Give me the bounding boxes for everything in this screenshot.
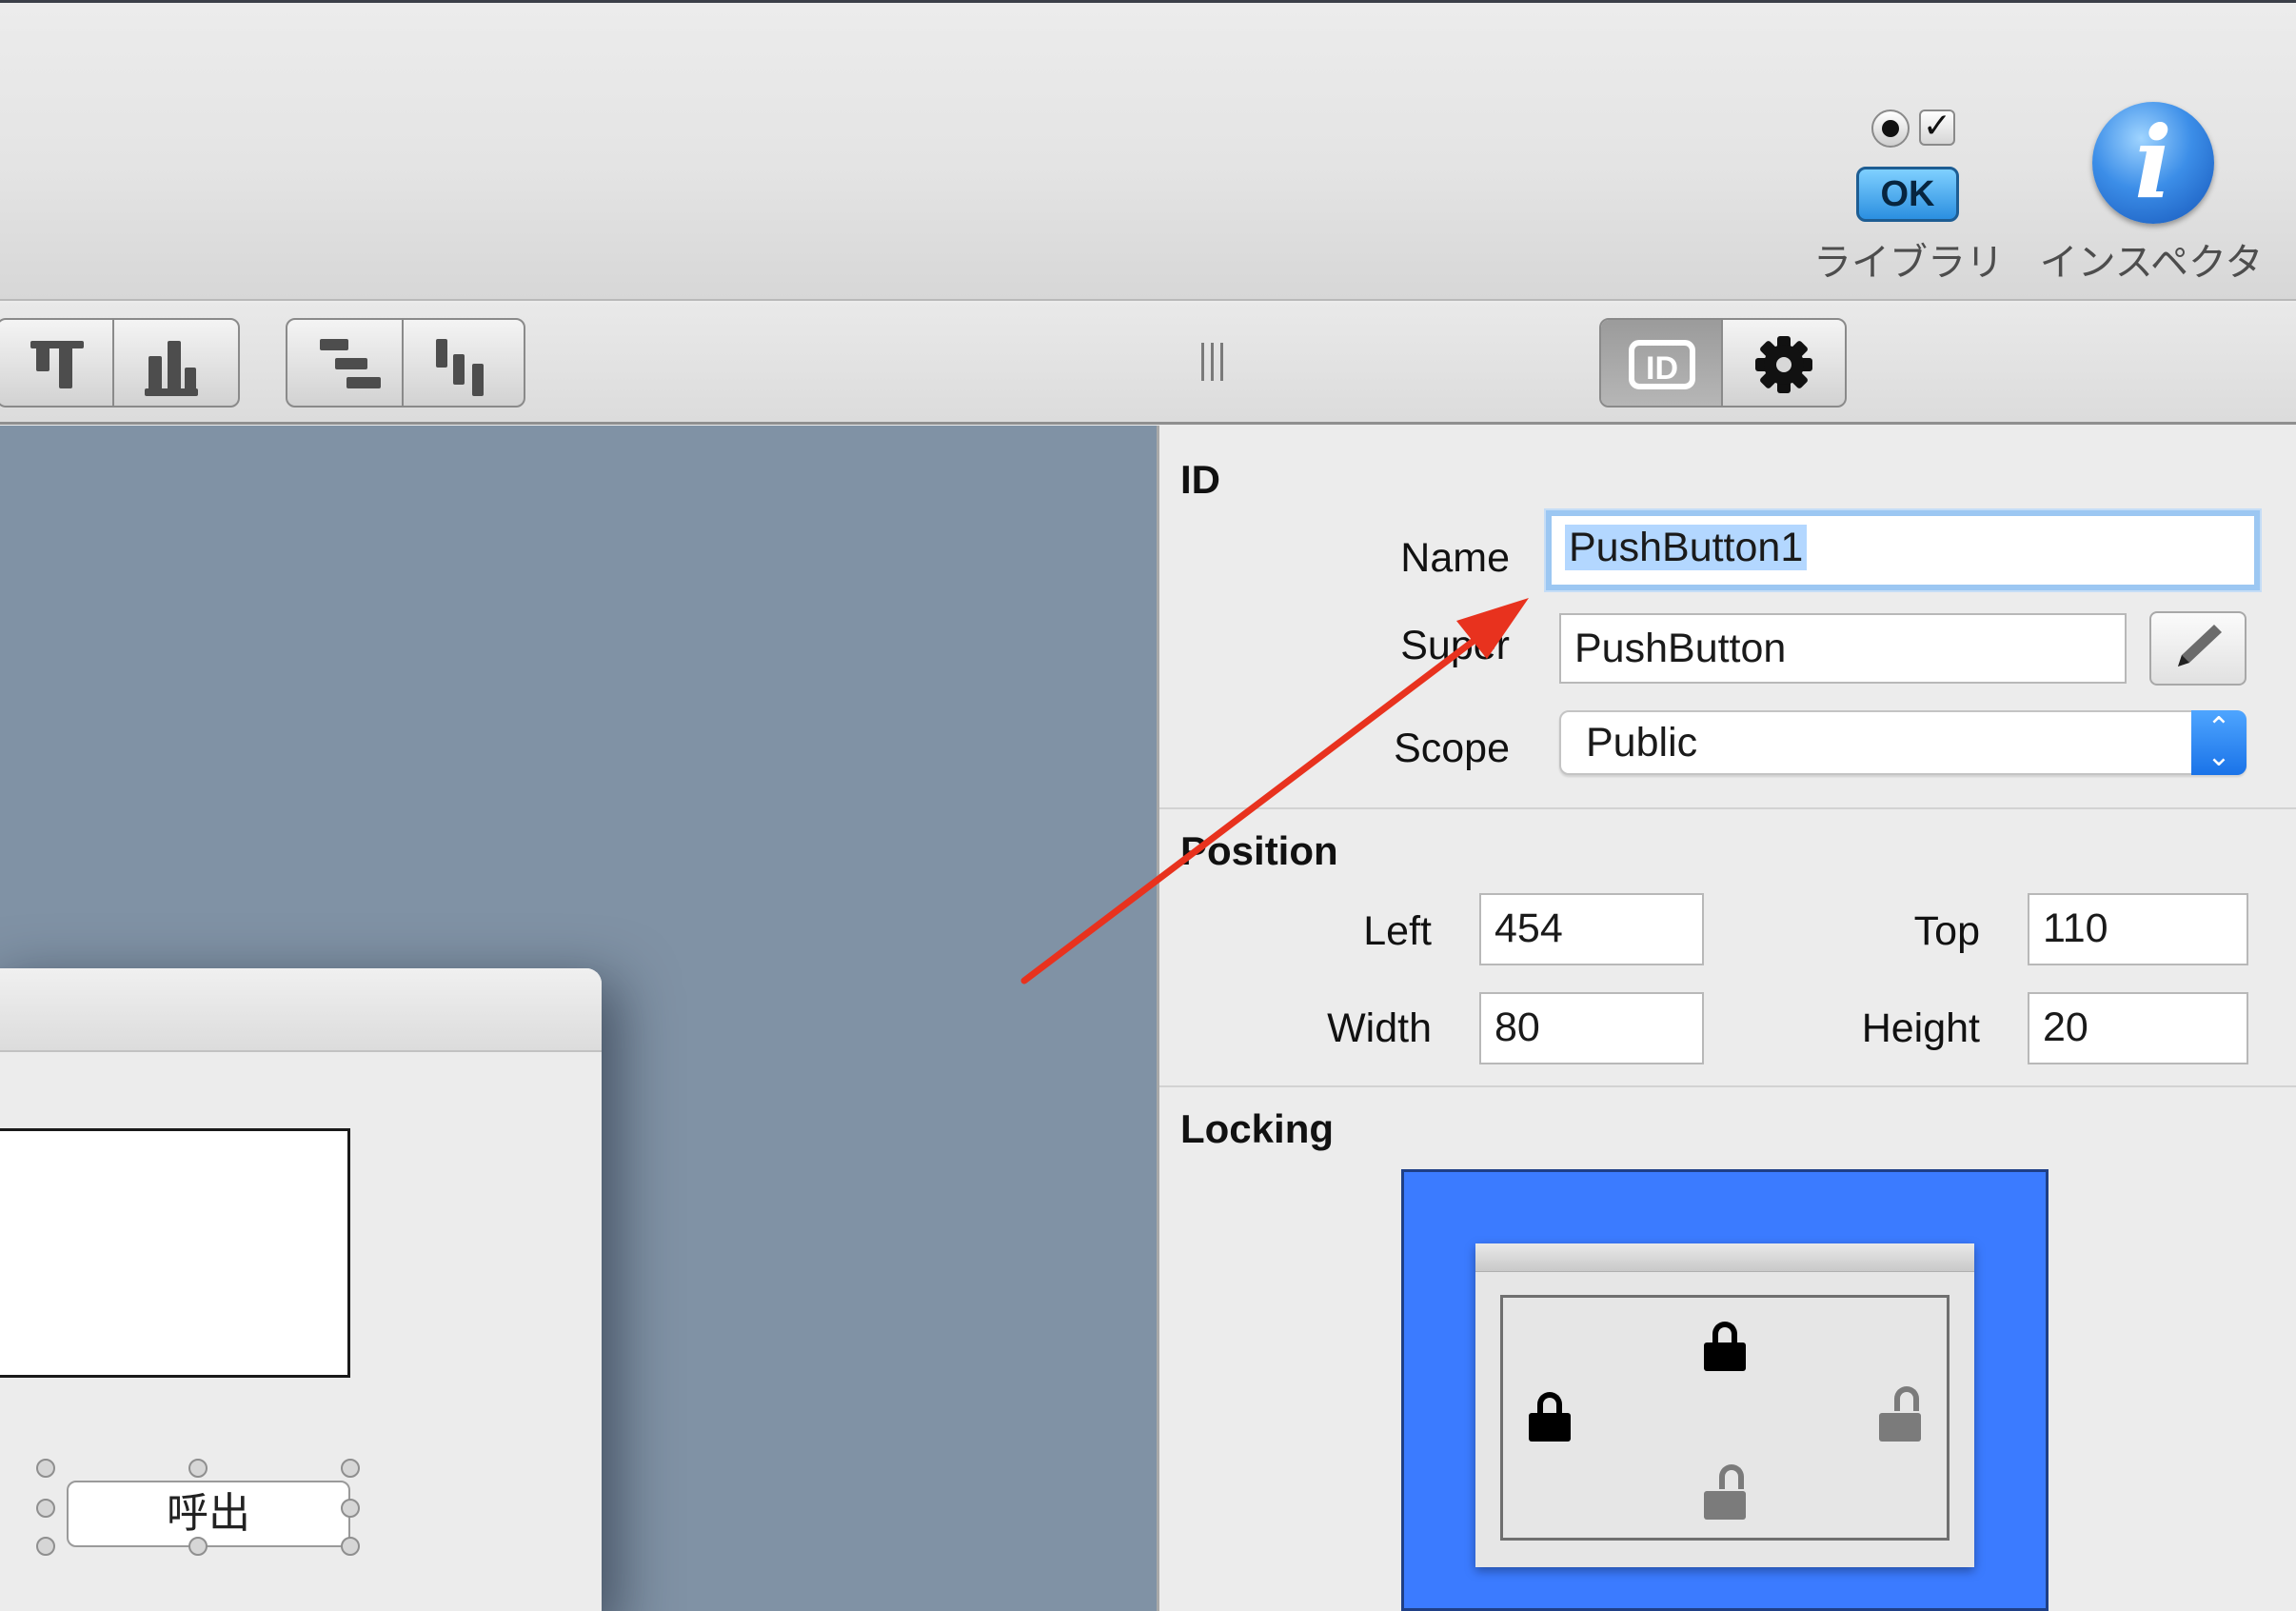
panel-drag-handle[interactable]	[1201, 343, 1226, 381]
name-field-value: PushButton1	[1565, 525, 1808, 570]
top-lock-icon[interactable]	[1704, 1322, 1746, 1371]
pencil-icon	[2178, 625, 2222, 666]
height-label: Height	[1861, 1005, 1980, 1051]
layout-toolbar: ID	[0, 303, 2296, 425]
arrange-horizontal-button[interactable]	[287, 320, 404, 406]
super-label: Super	[1400, 623, 1510, 668]
align-bottom-button[interactable]	[114, 320, 230, 406]
top-field[interactable]: 110	[2028, 893, 2248, 965]
design-window-titlebar[interactable]	[0, 968, 602, 1052]
arrange-vertical-button[interactable]	[404, 320, 520, 406]
library-label: ライブラリ	[1813, 241, 2004, 285]
top-label: Top	[1913, 908, 1980, 954]
left-label: Left	[1363, 908, 1432, 954]
edit-super-button[interactable]	[2149, 611, 2247, 686]
align-top-button[interactable]	[0, 320, 114, 406]
height-field[interactable]: 20	[2028, 992, 2248, 1064]
resize-handle[interactable]	[36, 1459, 55, 1478]
design-text-area[interactable]	[0, 1128, 350, 1378]
design-canvas[interactable]	[0, 426, 1157, 1611]
resize-handle[interactable]	[36, 1537, 55, 1556]
id-icon: ID	[1629, 340, 1695, 389]
width-field[interactable]: 80	[1479, 992, 1704, 1064]
left-lock-icon[interactable]	[1529, 1392, 1571, 1442]
scope-label: Scope	[1394, 726, 1510, 771]
resize-handle[interactable]	[341, 1537, 360, 1556]
right-unlock-icon[interactable]	[1879, 1386, 1921, 1442]
inspector-tab-group: ID	[1599, 318, 1847, 408]
align-segment-group	[0, 318, 240, 408]
inspector-label: インスペクタ	[2039, 241, 2264, 285]
bottom-unlock-icon[interactable]	[1704, 1464, 1746, 1520]
info-icon: i	[2092, 102, 2214, 224]
ok-button-icon: OK	[1856, 167, 1959, 222]
push-button-control[interactable]: 呼出	[67, 1481, 350, 1547]
popup-chevron-icon: ⌃ ⌄	[2191, 710, 2247, 775]
name-label: Name	[1400, 535, 1510, 581]
tab-behavior[interactable]	[1723, 320, 1845, 406]
scope-popup-value: Public	[1586, 720, 1698, 766]
svg-text:ID: ID	[1646, 350, 1678, 387]
arrange-horizontal-icon	[320, 339, 348, 350]
distribute-segment-group	[286, 318, 525, 408]
library-icon: ✓ OK	[1856, 109, 1963, 228]
tab-id[interactable]: ID	[1601, 320, 1723, 406]
resize-handle[interactable]	[188, 1459, 208, 1478]
id-section-title: ID	[1180, 457, 1220, 502]
position-section-title: Position	[1180, 828, 1338, 873]
window-toolbar: ✓ OK ライブラリ i インスペクタ	[0, 0, 2296, 301]
resize-handle[interactable]	[36, 1499, 55, 1518]
name-field[interactable]: PushButton1	[1546, 510, 2260, 590]
locking-section-title: Locking	[1180, 1106, 1335, 1151]
resize-handle[interactable]	[341, 1499, 360, 1518]
section-divider	[1159, 1085, 2296, 1087]
radio-button-icon	[1871, 109, 1910, 148]
super-field[interactable]: PushButton	[1559, 613, 2127, 684]
resize-handle[interactable]	[341, 1459, 360, 1478]
scope-popup[interactable]: Public ⌃ ⌄	[1559, 710, 2247, 775]
width-label: Width	[1327, 1005, 1432, 1051]
gear-icon	[1755, 336, 1812, 393]
checkbox-icon: ✓	[1919, 109, 1955, 146]
resize-handle[interactable]	[188, 1537, 208, 1556]
arrange-vertical-icon	[436, 339, 447, 368]
left-field[interactable]: 454	[1479, 893, 1704, 965]
section-divider	[1159, 807, 2296, 809]
